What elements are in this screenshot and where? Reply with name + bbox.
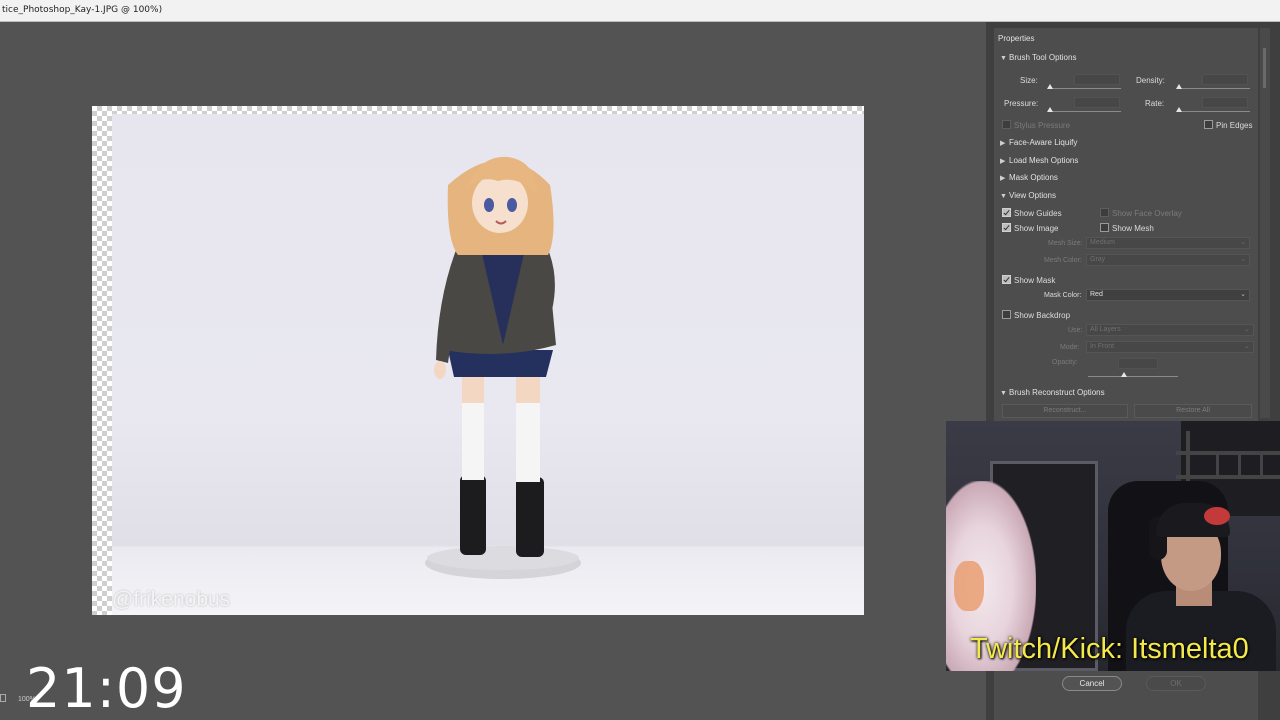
section-load-mesh-options[interactable]: ▶ Load Mesh Options bbox=[1000, 156, 1078, 165]
expanded-triangle-icon: ▼ bbox=[1000, 193, 1007, 200]
expanded-triangle-icon: ▼ bbox=[1000, 55, 1007, 62]
rate-slider-knob[interactable] bbox=[1176, 107, 1182, 112]
show-image-label: Show Image bbox=[1014, 224, 1059, 233]
show-mesh-checkbox[interactable] bbox=[1100, 223, 1109, 232]
reconstruct-button[interactable]: Reconstruct... bbox=[1002, 404, 1128, 418]
use-label: Use: bbox=[1068, 327, 1083, 334]
density-slider[interactable] bbox=[1178, 88, 1250, 89]
chevron-down-icon: ⌄ bbox=[1244, 343, 1250, 350]
figure-boot-left bbox=[460, 475, 486, 555]
ok-button[interactable]: OK bbox=[1146, 676, 1206, 691]
collapsed-triangle-icon: ▶ bbox=[1000, 158, 1006, 165]
size-slider[interactable] bbox=[1049, 88, 1121, 89]
show-guides-checkbox[interactable] bbox=[1002, 208, 1011, 217]
collapsed-triangle-icon: ▶ bbox=[1000, 175, 1006, 182]
stream-handle-text: Twitch/Kick: Itsmelta0 bbox=[970, 633, 1249, 665]
show-guides-label: Show Guides bbox=[1014, 209, 1062, 218]
mesh-color-label: Mesh Color: bbox=[1044, 257, 1082, 264]
show-face-overlay-checkbox[interactable] bbox=[1100, 208, 1109, 217]
mode-label: Mode: bbox=[1060, 344, 1080, 351]
opacity-input[interactable] bbox=[1118, 358, 1158, 369]
webcam-plush-face bbox=[954, 561, 984, 611]
show-backdrop-label: Show Backdrop bbox=[1014, 311, 1071, 320]
mesh-color-select[interactable]: Gray ⌄ bbox=[1086, 254, 1250, 266]
pin-edges-label: Pin Edges bbox=[1216, 121, 1253, 130]
figure-image bbox=[425, 156, 581, 579]
rate-input[interactable] bbox=[1202, 97, 1248, 108]
mask-color-label: Mask Color: bbox=[1044, 292, 1082, 299]
pin-edges-checkbox[interactable] bbox=[1204, 120, 1213, 129]
show-backdrop-checkbox[interactable] bbox=[1002, 310, 1011, 319]
panel-scrollbar[interactable] bbox=[1260, 28, 1270, 418]
size-label: Size: bbox=[1020, 76, 1038, 85]
rate-slider[interactable] bbox=[1178, 111, 1250, 112]
pressure-label: Pressure: bbox=[1004, 99, 1039, 108]
panel-title: Properties bbox=[998, 34, 1035, 43]
density-input[interactable] bbox=[1202, 74, 1248, 85]
opacity-slider[interactable] bbox=[1088, 376, 1178, 377]
show-mask-label: Show Mask bbox=[1014, 276, 1056, 285]
density-slider-knob[interactable] bbox=[1176, 84, 1182, 89]
pressure-slider[interactable] bbox=[1049, 111, 1121, 112]
mesh-size-select[interactable]: Medium ⌄ bbox=[1086, 237, 1250, 249]
mask-color-select[interactable]: Red ⌄ bbox=[1086, 289, 1250, 301]
size-slider-knob[interactable] bbox=[1047, 84, 1053, 89]
cancel-button[interactable]: Cancel bbox=[1062, 676, 1122, 691]
expanded-triangle-icon: ▼ bbox=[1000, 390, 1007, 397]
section-mask-options[interactable]: ▶ Mask Options bbox=[1000, 173, 1058, 182]
chevron-down-icon: ⌄ bbox=[1240, 239, 1246, 246]
section-brush-tool-options[interactable]: ▼ Brush Tool Options bbox=[1000, 53, 1076, 62]
use-select[interactable]: All Layers ⌄ bbox=[1086, 324, 1254, 336]
overlay-clock: 21:09 bbox=[26, 657, 187, 720]
cap-logo-icon bbox=[1204, 507, 1230, 525]
pressure-input[interactable] bbox=[1074, 97, 1120, 108]
section-face-aware-liquify[interactable]: ▶ Face-Aware Liquify bbox=[1000, 138, 1077, 147]
density-label: Density: bbox=[1136, 76, 1165, 85]
pressure-slider-knob[interactable] bbox=[1047, 107, 1053, 112]
section-view-options[interactable]: ▼ View Options bbox=[1000, 191, 1056, 200]
chevron-down-icon: ⌄ bbox=[1244, 326, 1250, 333]
chevron-down-icon: ⌄ bbox=[1240, 291, 1246, 298]
figure-boot-right bbox=[516, 477, 544, 557]
document-title: tice_Photoshop_Kay-1.JPG @ 100%) bbox=[2, 5, 163, 15]
scrollbar-thumb[interactable] bbox=[1263, 48, 1266, 88]
show-face-overlay-label: Show Face Overlay bbox=[1112, 209, 1182, 218]
show-mask-checkbox[interactable] bbox=[1002, 275, 1011, 284]
image-watermark: @frikenobus bbox=[112, 588, 231, 611]
show-mesh-label: Show Mesh bbox=[1112, 224, 1154, 233]
section-brush-reconstruct-options[interactable]: ▼ Brush Reconstruct Options bbox=[1000, 388, 1105, 397]
stylus-pressure-label: Stylus Pressure bbox=[1014, 121, 1071, 130]
mesh-size-label: Mesh Size: bbox=[1048, 240, 1083, 247]
opacity-label: Opacity: bbox=[1052, 359, 1078, 366]
title-bar: tice_Photoshop_Kay-1.JPG @ 100%) bbox=[0, 0, 1280, 22]
photoshop-liquify-window: tice_Photoshop_Kay-1.JPG @ 100%) @friken… bbox=[0, 0, 1280, 720]
rate-label: Rate: bbox=[1145, 99, 1165, 108]
mode-select[interactable]: In Front ⌄ bbox=[1086, 341, 1254, 353]
status-bar-icon bbox=[0, 694, 6, 702]
stylus-pressure-checkbox[interactable] bbox=[1002, 120, 1011, 129]
opacity-slider-knob[interactable] bbox=[1121, 372, 1127, 377]
collapsed-triangle-icon: ▶ bbox=[1000, 140, 1006, 147]
restore-all-button[interactable]: Restore All bbox=[1134, 404, 1252, 418]
chevron-down-icon: ⌄ bbox=[1240, 256, 1246, 263]
size-input[interactable] bbox=[1074, 74, 1120, 85]
show-image-checkbox[interactable] bbox=[1002, 223, 1011, 232]
